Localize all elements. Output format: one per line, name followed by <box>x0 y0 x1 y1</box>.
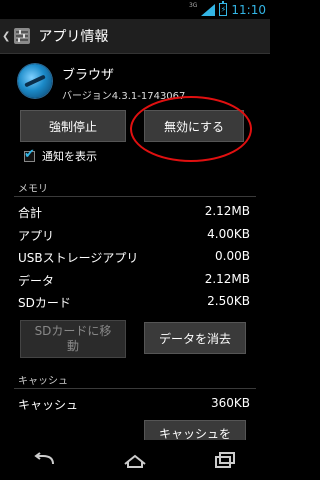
storage-row-total: 合計 2.12MB <box>18 204 250 221</box>
cache-section-header: キャッシュ <box>18 376 68 387</box>
storage-row-label: USBストレージアプリ <box>18 251 139 265</box>
status-clock: 11:10 <box>231 2 266 17</box>
back-arrow-icon <box>34 452 54 465</box>
network-type-label: 3G <box>188 2 198 9</box>
battery-icon: ⚡ <box>219 1 228 16</box>
page-title: アプリ情報 <box>38 29 109 45</box>
show-notifications-checkbox[interactable]: ✔ <box>24 147 35 162</box>
clear-data-button[interactable]: データを消去 <box>144 322 246 354</box>
status-indicators: 3G ⚡ 11:10 <box>189 1 266 18</box>
clear-cache-label-line1: キャッシュを <box>158 427 231 440</box>
storage-row-value: 4.00KB <box>207 227 250 241</box>
cache-row-label: キャッシュ <box>18 398 79 412</box>
status-bar: 3G ⚡ 11:10 <box>0 0 270 19</box>
show-notifications-label: 通知を表示 <box>42 150 97 163</box>
storage-row-value: 2.12MB <box>204 272 250 286</box>
red-circle-annotation <box>130 96 252 162</box>
storage-row-value: 2.12MB <box>204 204 250 218</box>
force-stop-button[interactable]: 強制停止 <box>20 110 126 142</box>
storage-row-label: 合計 <box>18 206 43 220</box>
storage-row-data: データ 2.12MB <box>18 272 250 289</box>
checkmark-icon: ✔ <box>24 146 35 162</box>
storage-row-label: データ <box>18 274 55 288</box>
back-nav-button[interactable] <box>25 445 65 475</box>
home-icon <box>124 454 146 468</box>
signal-strength-icon <box>201 3 216 16</box>
app-header: ブラウザ バージョン4.3.1-1743067 <box>18 64 185 102</box>
app-name: ブラウザ <box>62 68 115 83</box>
settings-app-icon <box>14 28 31 44</box>
move-to-sd-button: SDカードに移 動 <box>20 320 126 358</box>
browser-globe-icon <box>18 64 52 98</box>
app-info-content: ブラウザ バージョン4.3.1-1743067 強制停止 無効にする ✔ 通知を… <box>0 54 270 440</box>
storage-section-header: メモリ <box>18 184 48 195</box>
storage-row-value: 0.00B <box>215 249 250 263</box>
action-bar: ❮ アプリ情報 <box>0 19 270 54</box>
caret-left-icon: ❮ <box>2 30 11 42</box>
clear-cache-button[interactable]: キャッシュを 消去 <box>144 420 246 440</box>
cache-row: キャッシュ 360KB <box>18 396 250 413</box>
cache-section-divider <box>14 388 256 389</box>
recent-apps-icon <box>215 452 235 468</box>
storage-row-label: SDカード <box>18 296 71 310</box>
show-notifications-row[interactable]: ✔ 通知を表示 <box>24 147 97 164</box>
storage-row-app: アプリ 4.00KB <box>18 227 250 244</box>
move-to-sd-label-line1: SDカードに移 <box>34 324 112 338</box>
navigation-bar <box>0 440 270 480</box>
recent-apps-nav-button[interactable] <box>205 445 245 475</box>
storage-section-divider <box>14 196 256 197</box>
home-nav-button[interactable] <box>115 445 155 475</box>
move-to-sd-label-line2: 動 <box>66 339 79 353</box>
storage-row-value: 2.50KB <box>207 294 250 308</box>
storage-row-label: アプリ <box>18 229 55 243</box>
up-navigation-button[interactable]: ❮ <box>0 19 32 53</box>
storage-row-sd-card: SDカード 2.50KB <box>18 294 250 311</box>
cache-row-value: 360KB <box>210 396 250 410</box>
storage-row-usb-storage-app: USBストレージアプリ 0.00B <box>18 249 250 266</box>
